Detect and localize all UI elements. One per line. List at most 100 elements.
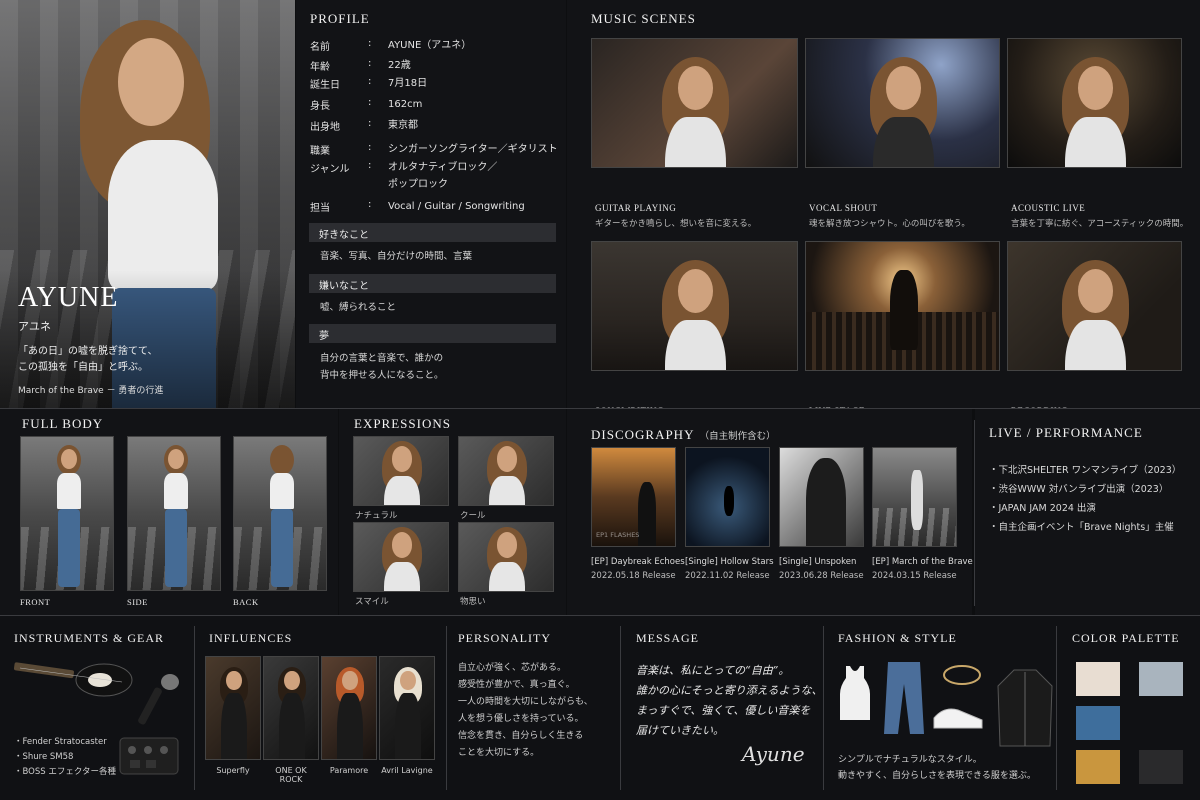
profile-key: ジャンル xyxy=(310,164,350,175)
hero-kana: アユネ xyxy=(18,320,51,333)
photo-face xyxy=(677,269,714,314)
discography-title-text: DISCOGRAPHY xyxy=(591,427,695,442)
performer-silhouette xyxy=(889,270,918,350)
profile-sep: : xyxy=(368,142,372,153)
expression-label: クール xyxy=(460,511,486,521)
influence-label: ONE OK ROCK xyxy=(275,766,307,784)
divider-b3 xyxy=(620,626,621,790)
figure-top xyxy=(164,473,188,509)
message-title: MESSAGE xyxy=(636,631,700,645)
photo-top xyxy=(394,693,422,759)
photo-face xyxy=(496,531,518,558)
photo-face xyxy=(496,445,518,472)
photo-top xyxy=(383,561,421,591)
hero-song: March of the Brave － 勇者の行進 xyxy=(18,386,164,396)
expression-label: 物思い xyxy=(460,597,486,607)
full-body-title: FULL BODY xyxy=(22,416,104,431)
personality-line: ことを大切にする。 xyxy=(458,748,540,758)
influence-label: Avril Lavigne xyxy=(381,766,433,775)
personality-line: 一人の時間を大切にしながらも、 xyxy=(458,697,593,707)
figure-jeans xyxy=(58,509,80,587)
divider-b2 xyxy=(446,626,447,790)
profile-row: 出身地: 東京都 xyxy=(310,118,560,134)
photo-top xyxy=(488,475,526,505)
album-figure xyxy=(724,486,734,516)
album-date: 2023.06.28 Release xyxy=(779,571,864,581)
expression-photo xyxy=(353,436,449,506)
profile-value: 7月18日 xyxy=(388,78,428,89)
expression-photo xyxy=(458,522,554,592)
photo-top xyxy=(278,693,306,759)
dream-line-1: 自分の言葉と音楽で、誰かの xyxy=(320,353,444,364)
profile-value: シンガーソングライター／ギタリスト xyxy=(388,144,558,155)
live-item: ・下北沢SHELTER ワンマンライブ（2023） xyxy=(989,465,1182,476)
personality-line: 感受性が豊かで、真っ直ぐ。 xyxy=(458,680,575,690)
personality-line: 人を想う優しさを持っている。 xyxy=(458,714,584,724)
full-body-photo xyxy=(20,436,114,591)
full-body-label: SIDE xyxy=(127,597,148,607)
photo-face xyxy=(1077,269,1114,314)
music-scenes-title: MUSIC SCENES xyxy=(591,11,696,26)
divider-b1 xyxy=(194,626,195,790)
fashion-line-1: シンプルでナチュラルなスタイル。 xyxy=(838,755,982,765)
gear-title: INSTRUMENTS & GEAR xyxy=(14,631,165,645)
influence-photo xyxy=(321,656,377,760)
profile-value: ポップロック xyxy=(388,179,448,190)
palette-swatch xyxy=(1076,662,1120,696)
divider-b5 xyxy=(1056,626,1057,790)
photo-top xyxy=(383,475,421,505)
hero-quote-2: この孤独を「自由」と呼ぶ。 xyxy=(18,362,148,373)
dislikes-label: 嫌いなこと xyxy=(309,274,556,293)
expression-photo xyxy=(353,522,449,592)
sneaker-icon xyxy=(933,708,983,729)
album-date: 2022.11.02 Release xyxy=(685,571,770,581)
album-cover xyxy=(779,447,864,547)
scene-desc: ギターをかき鳴らし、想いを音に変える。 xyxy=(595,219,757,229)
hero-quote-1: 「あの日」の嘘を脱ぎ捨てて、 xyxy=(18,346,158,357)
divider-b4 xyxy=(823,626,824,790)
discography-subtitle: （自主制作含む） xyxy=(699,431,776,442)
album-date: 2024.03.15 Release xyxy=(872,571,957,581)
album-title: [EP] March of the Brave xyxy=(872,557,973,567)
photo-face xyxy=(885,66,922,111)
live-item: ・自主企画イベント「Brave Nights」主催 xyxy=(989,522,1174,533)
profile-value: 22歳 xyxy=(388,60,411,71)
photo-face xyxy=(342,671,358,691)
influence-photo xyxy=(263,656,319,760)
figure-top xyxy=(270,473,294,509)
album-figure xyxy=(806,458,846,546)
tank-top-icon xyxy=(840,666,870,720)
likes-value: 音楽、写真、自分だけの時間、言葉 xyxy=(320,251,473,262)
expression-photo xyxy=(458,436,554,506)
gear-item: ・BOSS エフェクター各種 xyxy=(14,767,117,777)
figure-top xyxy=(57,473,81,509)
photo-face xyxy=(391,531,413,558)
profile-key: 出身地 xyxy=(310,122,340,133)
scene-title: GUITAR PLAYING xyxy=(595,203,677,213)
scene-photo xyxy=(591,241,798,371)
profile-title: PROFILE xyxy=(310,11,370,26)
palette-swatch xyxy=(1076,706,1120,740)
hero-face xyxy=(118,38,184,126)
figure-head xyxy=(168,449,184,469)
figure-jeans xyxy=(271,509,293,587)
personality-line: 自立心が強く、芯がある。 xyxy=(458,663,567,673)
live-item: ・JAPAN JAM 2024 出演 xyxy=(989,503,1096,514)
profile-value: Vocal / Guitar / Songwriting xyxy=(388,201,525,212)
profile-value: オルタナティブロック／ xyxy=(388,162,498,173)
fashion-title: FASHION & STYLE xyxy=(838,631,957,645)
live-item: ・渋谷WWW 対バンライブ出演（2023） xyxy=(989,484,1169,495)
album-cover-text: EP1 FLASHES xyxy=(596,531,640,539)
profile-row: ジャンル: オルタナティブロック／ xyxy=(310,160,560,176)
profile-key: 身長 xyxy=(310,101,330,112)
microphone-icon xyxy=(138,674,179,725)
influence-photo xyxy=(379,656,435,760)
message-signature: Ayune xyxy=(742,742,805,766)
scene-photo xyxy=(805,38,1000,168)
photo-face xyxy=(391,445,413,472)
profile-key: 担当 xyxy=(310,203,330,214)
scene-desc: 魂を解き放つシャウト。心の叫びを歌う。 xyxy=(809,219,970,229)
profile-row: ポップロック xyxy=(310,177,560,193)
full-body-photo xyxy=(127,436,221,591)
profile-value: 東京都 xyxy=(388,120,418,131)
